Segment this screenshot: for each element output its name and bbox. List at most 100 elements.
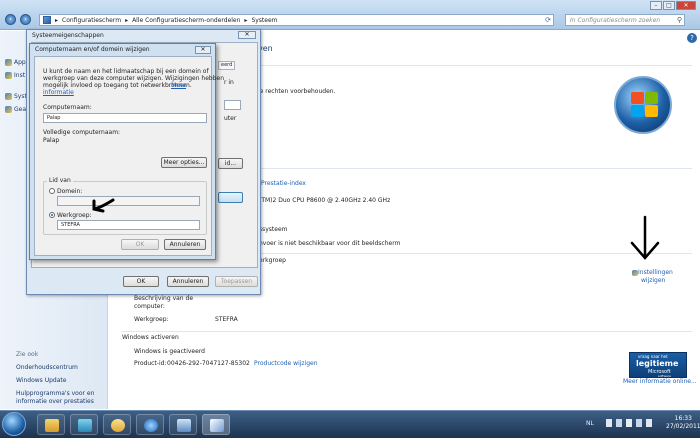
system-tray: NL 16:33 27/02/2011 [580, 411, 700, 438]
computer-name-input[interactable]: Palap [43, 113, 207, 123]
rename-cancel-button[interactable]: Annuleren [164, 239, 206, 250]
rename-dialog-body: U kunt de naam en het lidmaatschap bij e… [34, 56, 224, 256]
breadcrumb-sep-icon: ▸ [125, 16, 129, 24]
copyright-text: le rechten voorbehouden. [258, 88, 336, 95]
address-bar[interactable]: ▸ Configuratiescherm ▸ Alle Configuratie… [39, 14, 554, 26]
refresh-icon[interactable]: ⟳ [545, 16, 551, 24]
taskbar-messenger-icon[interactable] [103, 414, 131, 435]
change-settings-link[interactable]: Instellingen [632, 269, 673, 276]
maximize-button[interactable]: □ [663, 1, 675, 10]
member-of-label: Lid van [47, 177, 73, 184]
breadcrumb-system[interactable]: Systeem [251, 17, 277, 24]
clock-time: 16:33 [674, 415, 692, 422]
change-settings-link-2[interactable]: wijzigen [641, 277, 665, 284]
partial-field [224, 100, 241, 110]
nav-item-system-protection[interactable]: Syst [5, 93, 27, 100]
intro-line-1: U kunt de naam en het lidmaatschap bij e… [43, 68, 209, 75]
workgroup-label: Werkgroep: [134, 316, 169, 323]
see-also-title: Zie ook [16, 351, 39, 358]
pen-input-value: nvoer is niet beschikbaar voor dit beeld… [259, 240, 401, 247]
clock-date: 27/02/2011 [666, 423, 700, 430]
help-icon[interactable]: ? [687, 33, 697, 43]
breadcrumb-sep-icon: ▸ [244, 16, 248, 24]
genuine-microsoft-badge: vraag naar het legitieme Microsoft softw… [629, 352, 687, 378]
system-properties-close-button[interactable]: ✕ [238, 31, 256, 39]
more-info-online-link[interactable]: Meer informatie online... [623, 378, 697, 385]
start-button[interactable] [2, 412, 26, 436]
shield-icon [5, 106, 12, 113]
domain-label: Domein: [57, 188, 83, 195]
network-id-button-partial[interactable] [218, 192, 243, 203]
more-info-link[interactable]: Meer [171, 82, 186, 89]
computer-name-label: Computernaam: [43, 104, 92, 111]
shield-icon [5, 59, 12, 66]
breadcrumb-sep-icon: ▸ [55, 16, 59, 24]
search-placeholder: In Configuratiescherm zoeken [570, 17, 661, 24]
tab-advanced-partial[interactable]: eerd [218, 61, 236, 70]
shield-icon [5, 72, 12, 79]
activation-title: Windows activeren [122, 334, 179, 341]
system-properties-apply-button[interactable]: Toepassen [215, 276, 258, 287]
taskbar-media-icon[interactable] [70, 414, 98, 435]
window-controls: – □ ✕ [650, 1, 696, 10]
hand-drawn-pointer-icon [92, 198, 115, 213]
change-button-partial[interactable]: id... [218, 158, 243, 169]
tray-battery-icon[interactable] [626, 419, 632, 427]
performance-index-link[interactable]: Prestatie-index [261, 180, 306, 187]
workgroup-input[interactable]: STEFRA [57, 220, 200, 230]
search-input[interactable]: In Configuratiescherm zoeken ⚲ [565, 14, 685, 26]
taskbar-explorer-icon[interactable] [37, 414, 65, 435]
nav-item-device-manager[interactable]: App [5, 59, 26, 66]
tray-flag-icon[interactable] [646, 419, 652, 427]
windows-logo [614, 76, 672, 134]
taskbar-control-panel-icon[interactable] [202, 414, 230, 435]
product-id-value: 00426-292-7047127-85302 [167, 360, 250, 367]
rename-dialog-close-button[interactable]: ✕ [195, 46, 211, 54]
explorer-toolbar: – □ ✕ ‹ › ▸ Configuratiescherm ▸ Alle Co… [0, 0, 700, 30]
language-indicator[interactable]: NL [586, 420, 594, 427]
tray-icons [606, 419, 656, 428]
see-also-maintenance[interactable]: Onderhoudscentrum [16, 364, 78, 371]
close-button[interactable]: ✕ [676, 1, 696, 10]
minimize-button[interactable]: – [650, 1, 662, 10]
see-also-performance[interactable]: Hulpprogramma's voor en [16, 390, 94, 397]
system-type-value: ssysteem [259, 226, 288, 233]
forward-button[interactable]: › [20, 14, 31, 25]
workgroup-section-title: erkgroep [259, 257, 286, 264]
intro-line-2: werkgroep van deze computer wijzigen. Wi… [43, 75, 225, 82]
system-properties-cancel-button[interactable]: Annuleren [167, 276, 209, 287]
tray-network-icon[interactable] [616, 419, 622, 427]
breadcrumb-all-items[interactable]: Alle Configuratiescherm-onderdelen [132, 17, 240, 24]
change-product-key-link[interactable]: Productcode wijzigen [254, 360, 318, 367]
windows-flag-icon [631, 92, 659, 118]
domain-input[interactable] [57, 196, 200, 206]
search-icon[interactable]: ⚲ [677, 15, 682, 26]
product-id-label: Product-id: [134, 360, 167, 367]
partial-text-r: r in [224, 79, 234, 86]
description-label: Beschrijving van de [134, 295, 194, 302]
shield-icon [5, 93, 12, 100]
activation-status: Windows is geactiveerd [134, 348, 205, 355]
more-info-link-2[interactable]: informatie [43, 89, 74, 96]
hand-drawn-down-arrow-icon [630, 215, 660, 260]
tray-volume-icon[interactable] [636, 419, 642, 427]
rename-ok-button[interactable]: OK [121, 239, 159, 250]
taskbar-network-icon[interactable] [169, 414, 197, 435]
full-name-value: Palap [43, 137, 60, 144]
more-options-button[interactable]: Meer opties... [161, 157, 207, 168]
domain-radio[interactable] [49, 188, 55, 194]
see-also-performance-2[interactable]: informatie over prestaties [16, 398, 94, 405]
system-properties-title: Systeemeigenschappen [32, 32, 104, 39]
back-button[interactable]: ‹ [5, 14, 16, 25]
see-also-windows-update[interactable]: Windows Update [16, 377, 66, 384]
divider [122, 331, 692, 332]
workgroup-radio[interactable] [49, 212, 55, 218]
system-properties-ok-button[interactable]: OK [123, 276, 159, 287]
breadcrumb-control-panel[interactable]: Configuratiescherm [62, 17, 121, 24]
taskbar-browser-icon[interactable] [136, 414, 164, 435]
intro-line-3: mogelijk invloed op toegang tot netwerkb… [43, 82, 192, 89]
clock[interactable]: 16:33 27/02/2011 [666, 415, 700, 431]
tray-arrow-icon[interactable] [606, 419, 612, 427]
workgroup-value: STEFRA [215, 316, 238, 323]
rename-dialog-title: Computernaam en/of domein wijzigen [35, 46, 150, 53]
